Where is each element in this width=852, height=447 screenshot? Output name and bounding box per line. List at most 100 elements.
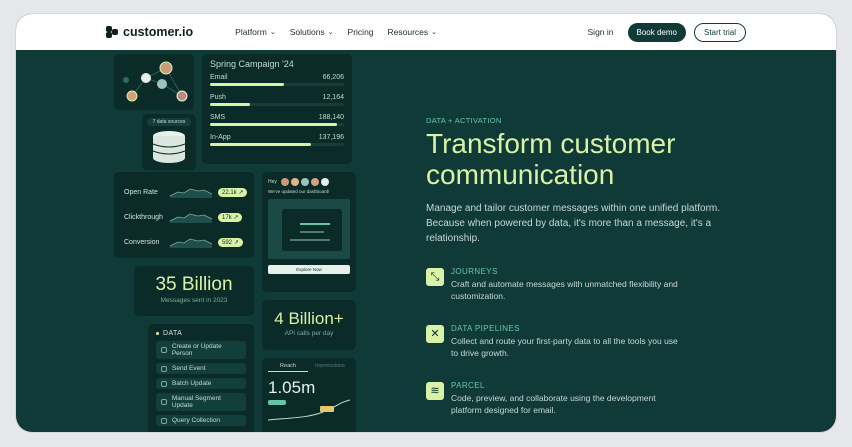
book-demo-button[interactable]: Book demo	[627, 22, 686, 42]
data-panel-item[interactable]: Query Collection	[156, 415, 246, 426]
campaign-row: SMS 188,140	[210, 114, 344, 126]
sparkline-icon	[170, 213, 212, 223]
metric-row: Clickthrough 17k ↗	[124, 211, 243, 223]
campaign-row-bar	[210, 143, 344, 146]
arrow-up-right-icon: ↗	[238, 189, 244, 196]
reach-trend-chart	[268, 399, 350, 421]
data-panel-item[interactable]: Manual Segment Update	[156, 393, 246, 411]
campaign-row-label: In-App	[210, 134, 231, 141]
data-panel-item[interactable]: Create or Update Person	[156, 341, 246, 359]
campaign-row-bar-fill	[210, 83, 284, 86]
feature-title: JOURNEYS	[451, 267, 498, 276]
action-icon	[161, 399, 167, 405]
preview-line	[290, 239, 330, 241]
action-icon	[161, 417, 167, 424]
campaign-row-value: 12,164	[322, 94, 344, 101]
campaign-row-value: 137,196	[318, 134, 344, 141]
api-label: API calls per day	[284, 330, 334, 337]
campaign-row-value: 66,206	[322, 74, 344, 81]
feature-title: DATA PIPELINES	[451, 324, 520, 333]
campaign-row-bar-fill	[210, 143, 311, 146]
campaign-row: Push 12,164	[210, 94, 344, 106]
nav-links: Platform ⌄ Solutions ⌄ Pricing Resources ⌄	[235, 27, 437, 37]
api-stat-card: 4 Billion+ API calls per day	[262, 300, 356, 350]
sign-in-link[interactable]: Sign in	[588, 27, 614, 37]
notification-greeting: Hey	[268, 179, 277, 185]
start-trial-button[interactable]: Start trial	[693, 22, 746, 42]
notification-message: We've updated our dashboard!	[268, 189, 330, 194]
nav-resources[interactable]: Resources ⌄	[388, 27, 438, 37]
metrics-card: Open Rate 22.1k ↗ Clickthrough 17k ↗ Convers…	[114, 172, 254, 258]
reach-badge	[320, 406, 334, 412]
data-panel-item[interactable]: Send Event	[156, 363, 246, 374]
nav-platform[interactable]: Platform ⌄	[235, 27, 276, 37]
feature-title: PARCEL	[451, 381, 485, 390]
hero-headline: Transform customer communication	[426, 128, 676, 190]
metric-label: Conversion	[124, 238, 160, 246]
campaign-row-bar	[210, 123, 344, 126]
parcel-icon: ≋	[426, 382, 444, 400]
data-panel-item-label: Create or Update Person	[171, 343, 222, 357]
preview-window	[282, 209, 342, 251]
arrow-up-right-icon: ↗	[233, 239, 239, 246]
nav-actions: Sign in Book demo Start trial	[588, 22, 746, 42]
metric-row: Open Rate 22.1k ↗	[124, 186, 248, 198]
preview-line	[300, 231, 324, 233]
top-nav: customer.io Platform ⌄ Solutions ⌄ Pricing…	[16, 14, 836, 50]
messages-label: Messages sent in 2023	[160, 297, 228, 304]
logo-text: customer.io	[123, 25, 194, 39]
campaign-card: Spring Campaign '24 Email 66,206 Push 12,16…	[202, 54, 352, 164]
reach-badge-left	[268, 400, 286, 405]
chevron-down-icon: ⌄	[269, 29, 276, 36]
arrow-up-right-icon: ↗	[233, 214, 239, 221]
campaign-row-label: Email	[210, 74, 228, 81]
journeys-icon: ⤡	[426, 268, 444, 286]
notification-card: Hey We've updated our dashboard! Explore…	[262, 172, 356, 292]
preview-line	[300, 223, 330, 225]
bullet-icon	[156, 332, 159, 335]
metric-label: Clickthrough	[124, 213, 163, 221]
data-sources-badge: 7 data sources	[147, 118, 191, 126]
data-panel: DATA Create or Update Person Send Event Ba…	[148, 324, 254, 432]
database-icon	[152, 131, 186, 163]
messages-stat-card: 35 Billion Messages sent in 2023	[134, 266, 254, 316]
metric-badge: 17k ↗	[218, 212, 243, 222]
tab-impressions[interactable]: Impressions	[310, 363, 350, 372]
campaign-row-bar-fill	[210, 103, 251, 106]
tab-reach[interactable]: Reach	[268, 363, 308, 372]
data-panel-item-label: Send Event	[172, 365, 206, 372]
nav-solutions[interactable]: Solutions ⌄	[290, 27, 334, 37]
campaign-title: Spring Campaign '24	[210, 59, 294, 69]
campaign-row-label: SMS	[210, 114, 226, 121]
data-panel-item-label: Batch Update	[172, 380, 212, 387]
nav-pricing[interactable]: Pricing	[348, 27, 374, 37]
action-icon	[161, 347, 167, 353]
avatar	[290, 178, 299, 186]
avatar	[300, 178, 309, 186]
feature-text: Code, preview, and collaborate using the…	[451, 393, 656, 415]
browser-frame: customer.io Platform ⌄ Solutions ⌄ Pricing…	[16, 14, 836, 432]
explore-now-button[interactable]: Explore Now	[268, 265, 350, 274]
reach-value: 1.05m	[268, 378, 316, 397]
metric-row: Conversion 592 ↗	[124, 236, 243, 248]
avatar	[280, 178, 289, 186]
logo-icon	[106, 26, 118, 38]
logo[interactable]: customer.io	[106, 25, 193, 39]
avatar-network-graphic	[123, 61, 188, 102]
campaign-row-bar	[210, 103, 344, 106]
pipelines-icon: ✕	[426, 325, 444, 343]
data-sources-card: 7 data sources	[142, 114, 196, 170]
metric-badge: 22.1k ↗	[218, 187, 248, 197]
data-panel-heading: DATA	[163, 330, 183, 337]
sparkline-icon	[170, 188, 212, 198]
campaign-row-bar-fill	[210, 123, 338, 126]
campaign-row-label: Push	[210, 94, 226, 101]
data-panel-item-label: Manual Segment Update	[171, 395, 221, 409]
data-panel-item[interactable]: Batch Update	[156, 378, 246, 389]
hero-eyebrow: DATA + ACTIVATION	[426, 116, 502, 125]
sparkline-icon	[170, 238, 212, 248]
avatar	[320, 178, 329, 186]
api-value: 4 Billion+	[274, 309, 344, 328]
campaign-row: Email 66,206	[210, 74, 344, 86]
action-icon	[161, 365, 167, 372]
